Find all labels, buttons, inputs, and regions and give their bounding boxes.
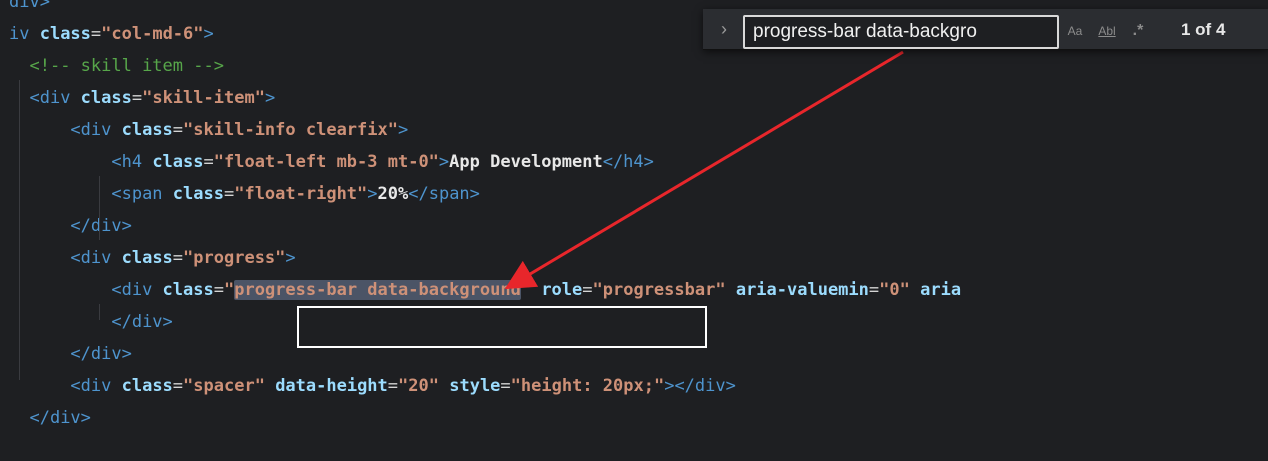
match-case-button[interactable]: Aa [1063,19,1087,43]
regex-button[interactable]: .* [1127,19,1149,43]
match-count: 1 of 4 [1181,20,1226,39]
chevron-right-icon[interactable]: › [713,15,735,43]
find-widget[interactable]: › progress-bar data-backgro Aa Abl .* 1 … [703,9,1268,50]
find-input[interactable]: progress-bar data-backgro [743,15,1059,49]
whole-word-button[interactable]: Abl [1093,19,1121,43]
annotation-arrow [504,50,904,290]
annotation-highlight-box [297,306,707,348]
